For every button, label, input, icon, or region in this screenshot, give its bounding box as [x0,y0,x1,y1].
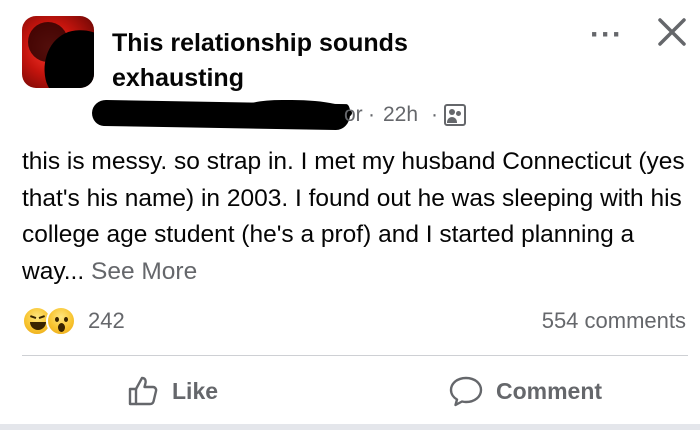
group-name[interactable]: This relationship sounds exhausting [112,26,492,96]
thumbs-up-icon [128,376,158,406]
post-timestamp[interactable]: 22h [383,102,418,128]
like-button[interactable]: Like [126,368,218,414]
comment-button[interactable]: Comment [448,368,602,414]
divider [22,355,688,356]
reaction-summary[interactable]: 242 [22,304,282,338]
comments-count[interactable]: 554 comments [542,306,686,336]
post-card: This relationship sounds exhausting or ·… [0,0,700,430]
feed-separator [0,424,700,430]
see-more-link[interactable]: See More [91,258,197,285]
post-body: this is messy. so strap in. I met my hus… [22,144,692,290]
like-label: Like [172,377,219,404]
meta-separator: · [368,103,375,126]
wow-reaction-icon [46,306,76,336]
more-options-icon[interactable]: ··· [590,20,630,50]
author-name-fragment[interactable]: or [344,102,363,128]
author-name-redaction-tail [242,100,352,124]
speech-bubble-icon [449,376,483,407]
close-icon[interactable] [654,14,690,50]
post-meta: or · 22h · [91,99,492,131]
reaction-count[interactable]: 242 [88,306,125,336]
group-audience-icon [444,104,466,126]
group-avatar[interactable] [22,16,94,88]
comment-label: Comment [496,377,603,404]
meta-separator: · [431,103,438,126]
